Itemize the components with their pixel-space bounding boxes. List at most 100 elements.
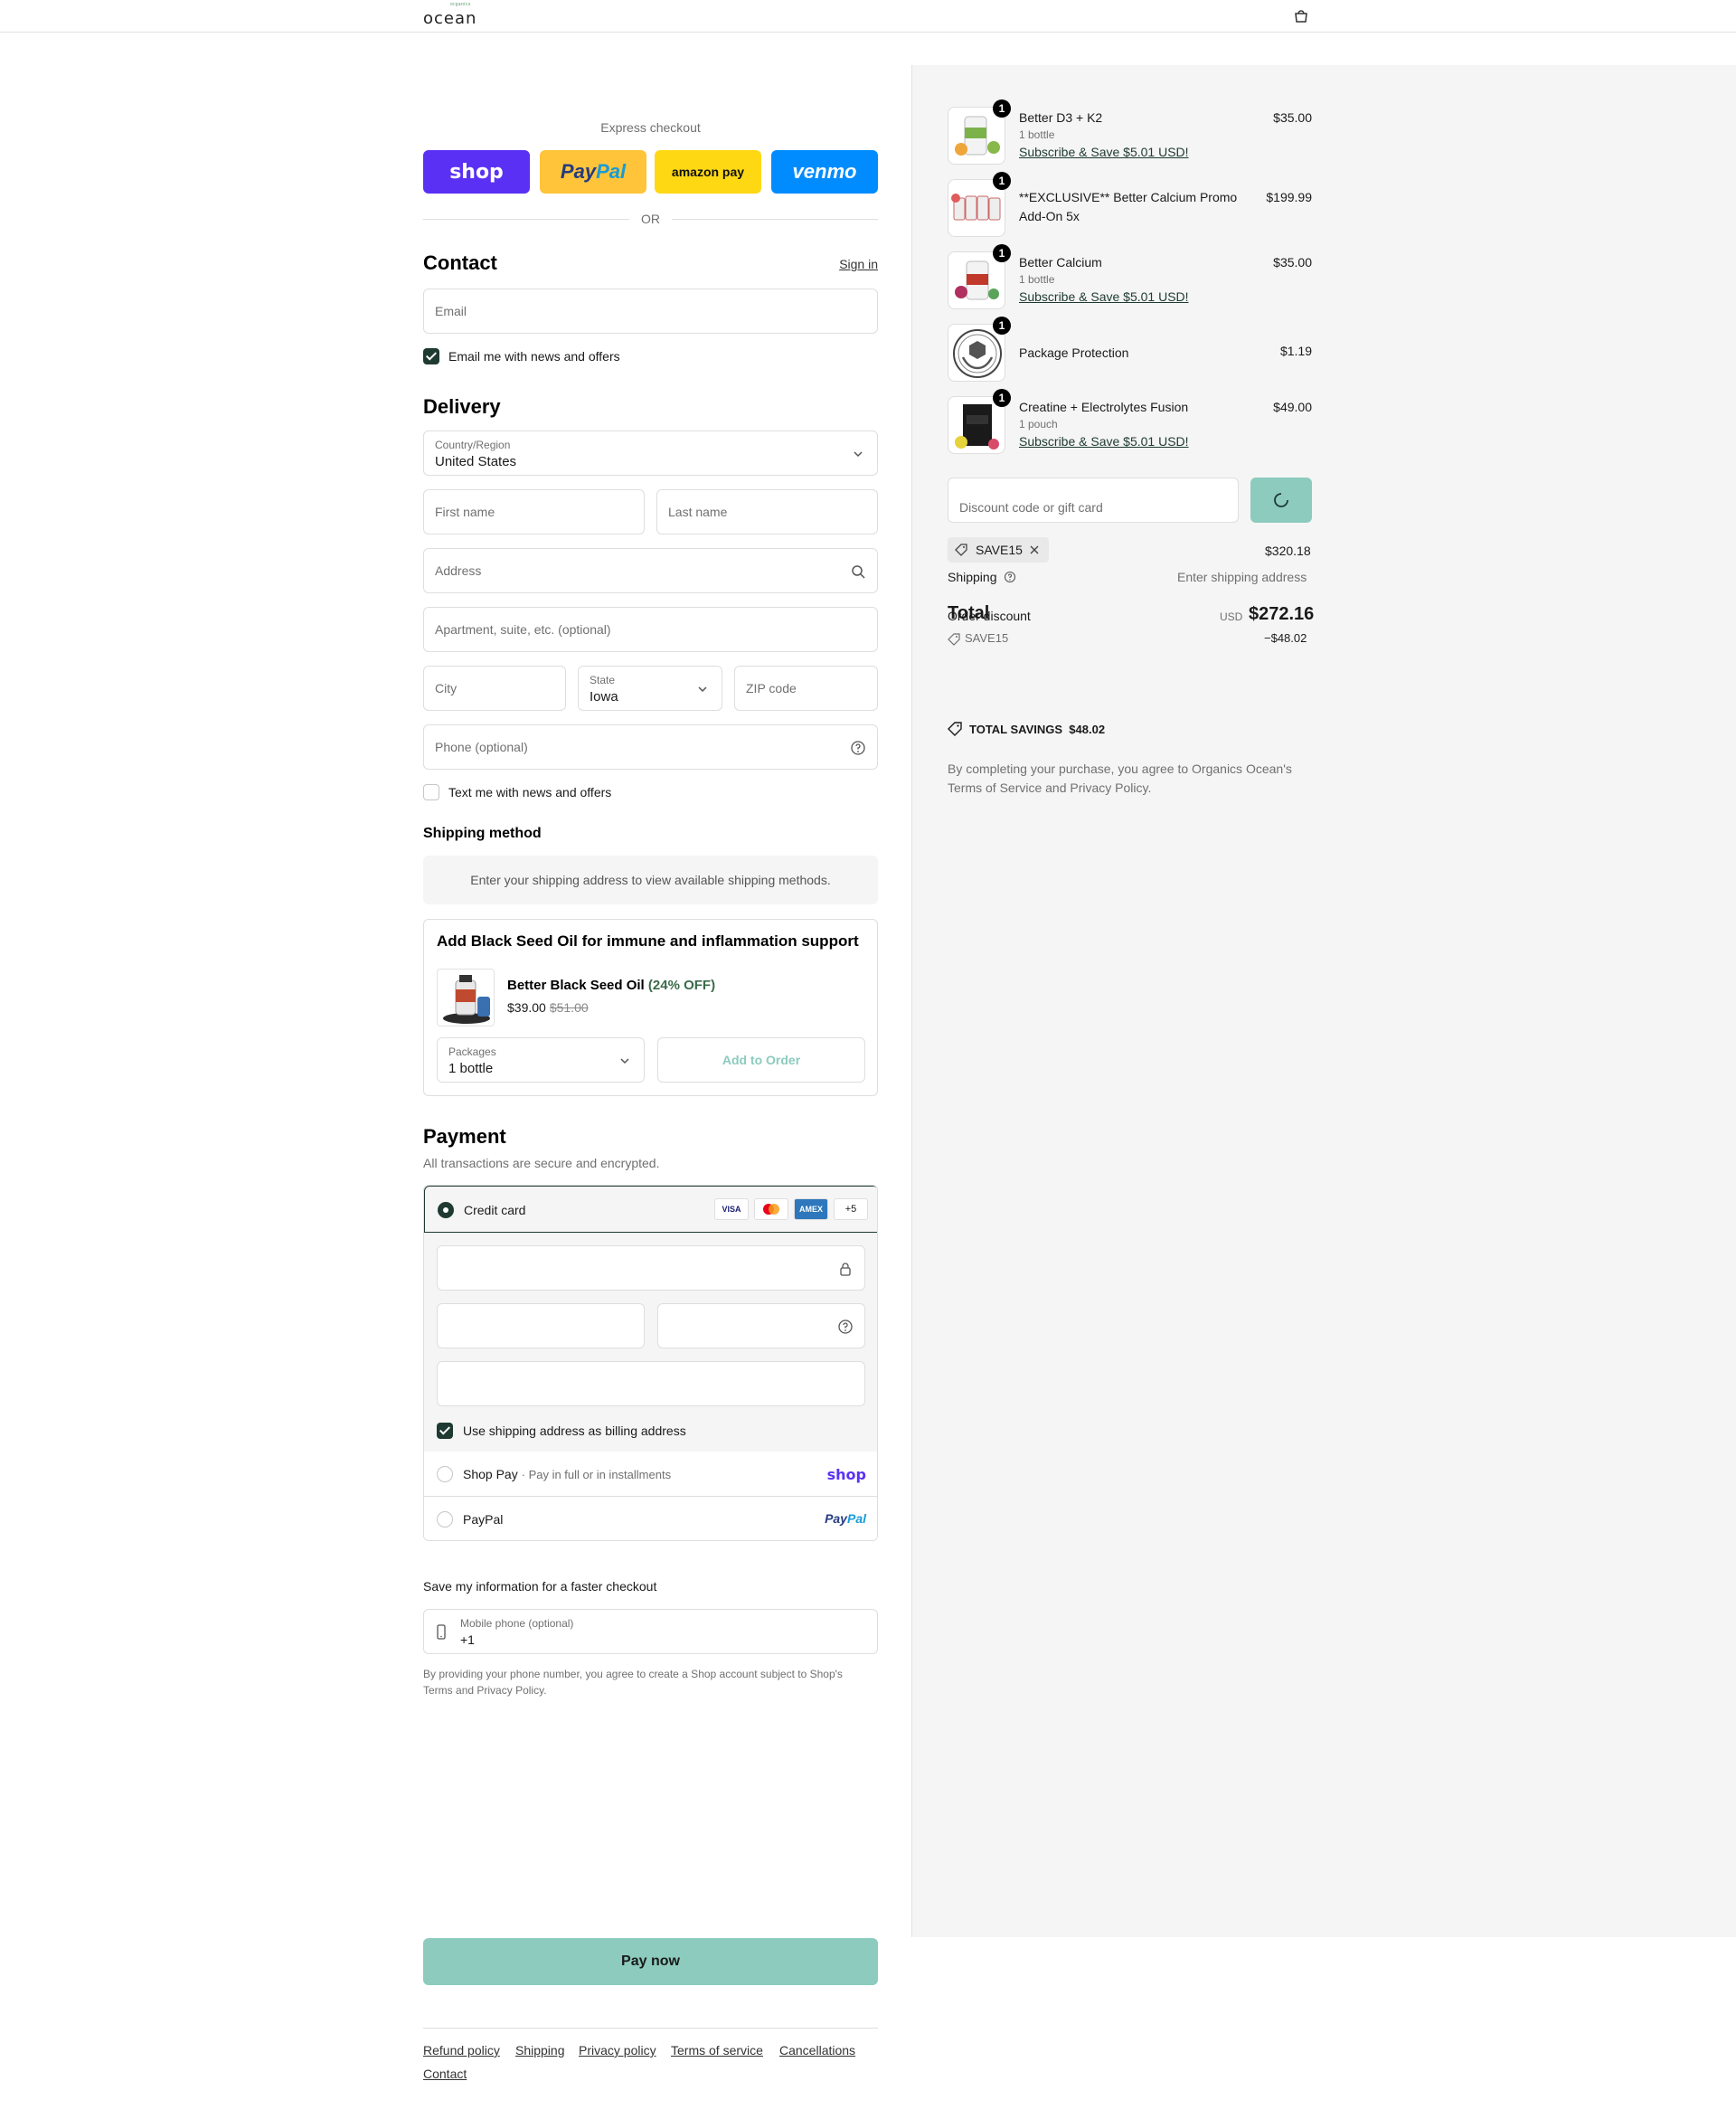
phone-field[interactable]: Phone (optional) [423,724,878,770]
legal-note: By completing your purchase, you agree t… [948,760,1327,798]
shop-pay-option[interactable]: Shop Pay · Pay in full or in installment… [424,1452,877,1497]
pay-now-button[interactable]: Pay now [423,1938,878,1985]
apartment-placeholder: Apartment, suite, etc. (optional) [435,622,611,637]
name-on-card-field[interactable] [437,1361,865,1406]
paypal-option[interactable]: PayPal PayPal [424,1497,877,1540]
paypal-logo-part1: Pay [560,160,597,183]
quantity-badge: 1 [993,389,1011,407]
payment-methods: Credit card VISA AMEX +5 Use shipping ad… [423,1185,878,1541]
paypal-logo-part2: Pal [596,160,627,183]
venmo-button[interactable]: venmo [771,150,878,194]
shop-pay-desc: Pay in full or in installments [528,1468,672,1481]
item-name: Better Calcium [1019,255,1102,270]
mastercard-icon [754,1198,788,1220]
item-name: Better D3 + K2 [1019,110,1103,125]
upsell-title: Add Black Seed Oil for immune and inflam… [437,932,859,950]
discount-placeholder: Discount code or gift card [959,500,1103,515]
expiration-field[interactable] [437,1303,645,1348]
amazon-pay-button[interactable]: amazon pay [655,150,761,194]
zip-field[interactable]: ZIP code [734,666,878,711]
card-number-field[interactable] [437,1245,865,1291]
help-icon[interactable] [1004,571,1016,583]
or-divider: OR [423,212,878,226]
upsell-old-price: $51.00 [549,1000,589,1015]
country-value: United States [435,454,517,469]
mobile-phone-value: +1 [460,1632,475,1647]
paypal-button[interactable]: Pay Pal [540,150,646,194]
credit-card-option[interactable]: Credit card VISA AMEX +5 [424,1186,877,1233]
email-field[interactable]: Email [423,289,878,334]
bag-icon[interactable] [1293,9,1309,24]
country-select[interactable]: Country/Region United States [423,430,878,476]
express-checkout-label: Express checkout [600,120,701,135]
cart-item: 1 Better Calcium 1 bottle Subscribe & Sa… [948,244,1312,309]
security-code-field[interactable] [657,1303,865,1348]
shop-account-note: By providing your phone number, you agre… [423,1668,843,1697]
paypal-logo: PayPal [825,1511,866,1526]
amazon-pay-logo: amazon pay [671,165,745,179]
paypal-logo-part1: Pay [825,1511,847,1526]
apply-discount-button[interactable] [1250,478,1312,523]
cart-item: 1 Better D3 + K2 1 bottle Subscribe & Sa… [948,99,1312,165]
help-icon[interactable] [850,740,866,756]
billing-address-checkbox[interactable] [437,1423,453,1439]
upsell-card: Add Black Seed Oil for immune and inflam… [423,919,878,1096]
packages-select[interactable]: Packages 1 bottle [437,1037,645,1083]
help-icon[interactable] [837,1319,854,1335]
shop-pay-radio[interactable] [437,1466,453,1482]
city-field[interactable]: City [423,666,566,711]
item-price: $199.99 [1266,190,1312,204]
mobile-phone-label: Mobile phone (optional) [460,1617,574,1630]
cart-item: 1 Creatine + Electrolytes Fusion 1 pouch… [948,389,1312,454]
paypal-radio[interactable] [437,1511,453,1528]
refund-policy-link[interactable]: Refund policy [423,2043,500,2058]
legal-and: and [1045,780,1067,795]
shop-privacy-link[interactable]: Privacy Policy [476,1684,543,1697]
shipping-method-heading: Shipping method [423,826,542,841]
packages-value: 1 bottle [448,1061,494,1076]
last-name-field[interactable]: Last name [656,489,878,534]
mobile-phone-icon [437,1624,446,1640]
lock-icon [840,1263,851,1276]
email-placeholder: Email [435,304,467,318]
sign-in-link[interactable]: Sign in [839,257,878,271]
terms-of-service-link[interactable]: Terms of Service [948,780,1042,795]
email-news-checkbox[interactable] [423,348,439,364]
cart-item: 1 **EXCLUSIVE** Better Calcium Promo Add… [948,172,1312,237]
shipping-policy-link[interactable]: Shipping [515,2043,565,2058]
search-icon [852,565,865,579]
email-news-label: Email me with news and offers [448,349,620,364]
shop-terms-link[interactable]: Terms [423,1684,453,1697]
contact-link[interactable]: Contact [423,2067,467,2081]
shop-pay-logo: shop [826,1466,866,1483]
privacy-policy-link[interactable]: Privacy policy [579,2043,656,2058]
shipping-label: Shipping [948,570,997,584]
subscribe-save-link[interactable]: Subscribe & Save $5.01 USD! [1019,289,1189,304]
address-field[interactable]: Address [423,548,878,593]
venmo-logo: venmo [792,160,857,183]
remove-icon[interactable] [1030,545,1039,554]
state-select[interactable]: State Iowa [578,666,722,711]
subscribe-save-link[interactable]: Subscribe & Save $5.01 USD! [1019,434,1189,449]
applied-code: SAVE15 [976,543,1023,557]
privacy-policy-link[interactable]: Privacy Policy [1070,780,1147,795]
cart-item: 1 Package Protection $1.19 [948,317,1312,382]
store-logo[interactable]: organics ocean [423,2,506,28]
zip-placeholder: ZIP code [746,681,797,695]
quantity-badge: 1 [993,244,1011,262]
apartment-field[interactable]: Apartment, suite, etc. (optional) [423,607,878,652]
first-name-field[interactable]: First name [423,489,645,534]
shop-pay-button[interactable]: shop [423,150,530,194]
mobile-phone-field[interactable]: Mobile phone (optional) +1 [423,1609,878,1654]
discount-code-field[interactable]: Discount code or gift card [948,478,1239,523]
text-news-checkbox[interactable] [423,784,439,800]
quantity-badge: 1 [993,99,1011,118]
add-to-order-button[interactable]: Add to Order [657,1037,865,1083]
black-seed-oil-image [437,969,495,1026]
terms-of-service-link[interactable]: Terms of service [671,2043,763,2058]
cancellations-link[interactable]: Cancellations [779,2043,855,2058]
subscribe-save-link[interactable]: Subscribe & Save $5.01 USD! [1019,145,1189,159]
packages-label: Packages [448,1045,496,1058]
credit-card-radio[interactable] [438,1202,454,1218]
upsell-discount: (24% OFF) [647,978,716,993]
